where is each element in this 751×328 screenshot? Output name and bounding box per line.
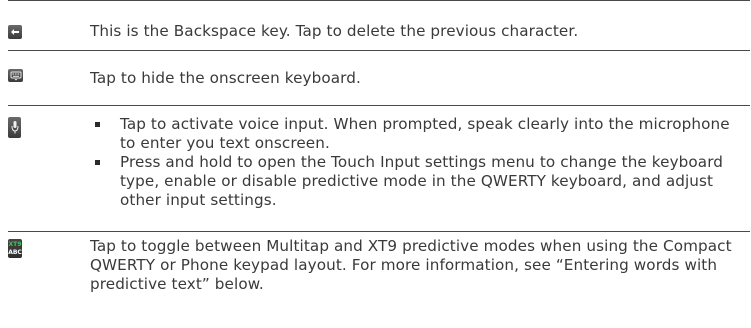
xt9-abc-toggle-icon: XT9 ABC	[8, 239, 22, 258]
table-row-voice-input: Tap to activate voice input. When prompt…	[8, 105, 750, 231]
hide-keyboard-icon	[8, 69, 23, 82]
xt9-label: XT9	[8, 240, 22, 248]
table-row-hide-keyboard: Tap to hide the onscreen keyboard.	[8, 50, 750, 105]
abc-label: ABC	[8, 248, 22, 256]
table-row-xt9-toggle: XT9 ABC Tap to toggle between Multitap a…	[8, 231, 750, 328]
backspace-description: This is the Backspace key. Tap to delete…	[90, 22, 579, 40]
xt9-toggle-description: Tap to toggle between Multitap and XT9 p…	[90, 237, 732, 293]
voice-input-bullet-list: Tap to activate voice input. When prompt…	[92, 115, 750, 210]
table-row-backspace: This is the Backspace key. Tap to delete…	[8, 0, 750, 50]
hide-keyboard-description: Tap to hide the onscreen keyboard.	[90, 69, 361, 87]
list-item: Tap to activate voice input. When prompt…	[92, 115, 750, 153]
key-description-table: This is the Backspace key. Tap to delete…	[8, 0, 750, 328]
microphone-icon	[8, 117, 21, 138]
list-item: Press and hold to open the Touch Input s…	[92, 153, 750, 210]
backspace-icon	[8, 25, 22, 39]
